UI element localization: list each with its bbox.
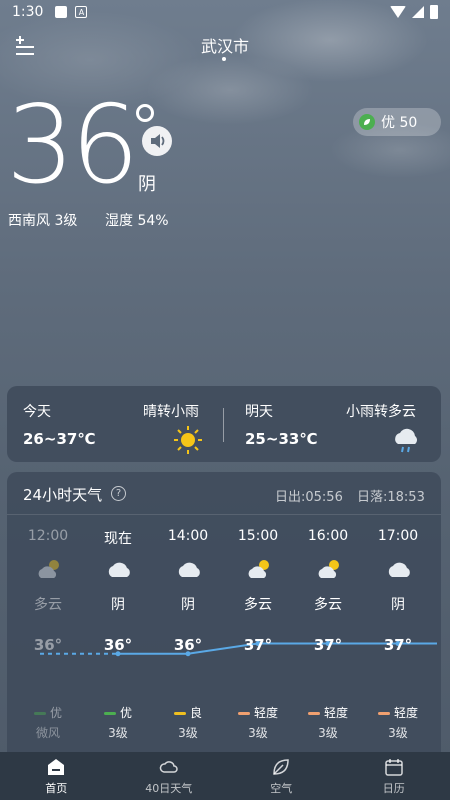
hourly-aqi: 轻度 bbox=[363, 704, 433, 721]
forecast-today[interactable]: 今天 26~37℃ 晴转小雨 bbox=[7, 386, 207, 462]
humidity-info: 湿度 54% bbox=[105, 213, 169, 229]
signal-icon bbox=[412, 6, 424, 18]
aqi-bar bbox=[377, 712, 390, 715]
hourly-temp: 37° bbox=[383, 636, 413, 654]
hourly-aqi-label: 轻度 bbox=[323, 706, 348, 720]
hourly-separator bbox=[7, 514, 441, 515]
hourly-aqi: 优 bbox=[83, 704, 153, 721]
a-icon: A bbox=[75, 6, 88, 18]
hourly-time: 12:00 bbox=[27, 528, 69, 544]
hourly-condition: 多云 bbox=[244, 597, 272, 613]
aqi-badge[interactable]: 优 50 bbox=[353, 108, 441, 136]
sun-icon bbox=[174, 426, 202, 454]
cloud-icon bbox=[386, 558, 412, 580]
hourly-forecast-card[interactable]: 24小时天气 ? 日出:05:56 日落:18:53 12:00 多云 36° 优微风… bbox=[7, 472, 441, 762]
hourly-time: 15:00 bbox=[237, 528, 279, 544]
hourly-temp: 36° bbox=[173, 636, 203, 654]
today-condition: 晴转小雨 bbox=[143, 404, 199, 420]
hourly-temp: 37° bbox=[243, 636, 273, 654]
status-bar: 1:30 A bbox=[0, 0, 450, 24]
nav-label-calendar: 日历 bbox=[382, 781, 405, 795]
nav-label-home: 首页 bbox=[45, 781, 68, 795]
status-icons bbox=[390, 5, 438, 19]
hourly-time: 现在 bbox=[104, 531, 132, 547]
partly-cloudy-icon bbox=[36, 558, 62, 580]
nav-item-40day[interactable]: 40日天气 bbox=[113, 752, 226, 800]
status-time: 1:30 bbox=[12, 4, 44, 20]
hourly-condition: 阴 bbox=[181, 597, 195, 613]
today-range: 26~37℃ bbox=[23, 430, 96, 448]
hourly-wind: 3级 bbox=[108, 726, 128, 740]
hourly-aqi-label: 优 bbox=[119, 706, 132, 720]
leaf-icon bbox=[359, 114, 375, 130]
cloud-rain-icon bbox=[395, 428, 417, 453]
today-label: 今天 bbox=[23, 404, 51, 420]
speaker-button[interactable] bbox=[142, 126, 172, 156]
current-condition: 阴 bbox=[138, 174, 156, 195]
tomorrow-label: 明天 bbox=[245, 404, 273, 420]
leaf-icon bbox=[273, 758, 290, 775]
daily-forecast-card[interactable]: 今天 26~37℃ 晴转小雨 明天 25~33℃ 小雨转多云 bbox=[7, 386, 441, 462]
hourly-time: 16:00 bbox=[307, 528, 349, 544]
hourly-wind: 3级 bbox=[318, 726, 338, 740]
hourly-time: 14:00 bbox=[167, 528, 209, 544]
hourly-aqi-label: 轻度 bbox=[253, 706, 278, 720]
forecast-divider bbox=[223, 408, 224, 442]
aqi-bar bbox=[33, 712, 46, 715]
cloud-outline-icon bbox=[159, 760, 178, 773]
tomorrow-condition: 小雨转多云 bbox=[346, 404, 416, 420]
aqi-bar bbox=[173, 712, 186, 715]
nav-item-air[interactable]: 空气 bbox=[225, 752, 338, 800]
speaker-icon bbox=[151, 134, 165, 148]
hourly-condition: 多云 bbox=[34, 597, 62, 613]
aqi-bar bbox=[307, 712, 320, 715]
hourly-wind: 3级 bbox=[388, 726, 408, 740]
bottom-nav: 首页 40日天气 空气 日历 bbox=[0, 752, 450, 800]
hourly-aqi: 轻度 bbox=[223, 704, 293, 721]
hourly-condition: 阴 bbox=[111, 597, 125, 613]
hourly-wind: 3级 bbox=[248, 726, 268, 740]
nav-label-40day: 40日天气 bbox=[145, 781, 193, 795]
hourly-temp: 36° bbox=[103, 636, 133, 654]
current-temperature: 36 bbox=[6, 83, 139, 208]
hourly-condition: 多云 bbox=[314, 597, 342, 613]
cloud-icon bbox=[176, 558, 202, 580]
hourly-title: 24小时天气 bbox=[23, 486, 103, 504]
tomorrow-range: 25~33℃ bbox=[245, 430, 318, 448]
sunset-time: 日落:18:53 bbox=[357, 490, 425, 505]
battery-icon bbox=[430, 5, 438, 19]
home-icon bbox=[48, 758, 65, 775]
hourly-aqi-label: 优 bbox=[49, 706, 62, 720]
wifi-icon bbox=[390, 6, 406, 18]
partly-cloudy-icon bbox=[246, 558, 272, 580]
hourly-condition: 阴 bbox=[391, 597, 405, 613]
nav-item-home[interactable]: 首页 bbox=[0, 752, 113, 800]
hourly-aqi: 良 bbox=[153, 704, 223, 721]
aqi-bar bbox=[103, 712, 116, 715]
partly-cloudy-icon bbox=[316, 558, 342, 580]
page-indicator-dot bbox=[222, 57, 226, 61]
notification-icon bbox=[55, 6, 68, 18]
hourly-wind: 微风 bbox=[35, 726, 60, 740]
hourly-aqi: 优 bbox=[13, 704, 83, 721]
hourly-time: 17:00 bbox=[377, 528, 419, 544]
hourly-aqi: 轻度 bbox=[293, 704, 363, 721]
degree-symbol bbox=[136, 104, 154, 122]
sunrise-time: 日出:05:56 bbox=[275, 490, 343, 505]
calendar-icon bbox=[385, 758, 403, 776]
nav-item-calendar[interactable]: 日历 bbox=[338, 752, 450, 800]
hourly-temp: 37° bbox=[313, 636, 343, 654]
hourly-aqi-label: 良 bbox=[189, 706, 202, 720]
help-icon[interactable]: ? bbox=[111, 486, 126, 501]
city-title[interactable]: 武汉市 bbox=[0, 33, 450, 57]
aqi-bar bbox=[237, 712, 250, 715]
wind-info: 西南风 3级 bbox=[8, 213, 78, 229]
aqi-label: 优 50 bbox=[381, 115, 418, 131]
hourly-wind: 3级 bbox=[178, 726, 198, 740]
cloud-icon bbox=[106, 558, 132, 580]
hourly-aqi-label: 轻度 bbox=[393, 706, 418, 720]
nav-label-air: 空气 bbox=[270, 781, 293, 795]
hourly-temp: 36° bbox=[33, 636, 63, 654]
forecast-tomorrow[interactable]: 明天 25~33℃ 小雨转多云 bbox=[231, 386, 431, 462]
